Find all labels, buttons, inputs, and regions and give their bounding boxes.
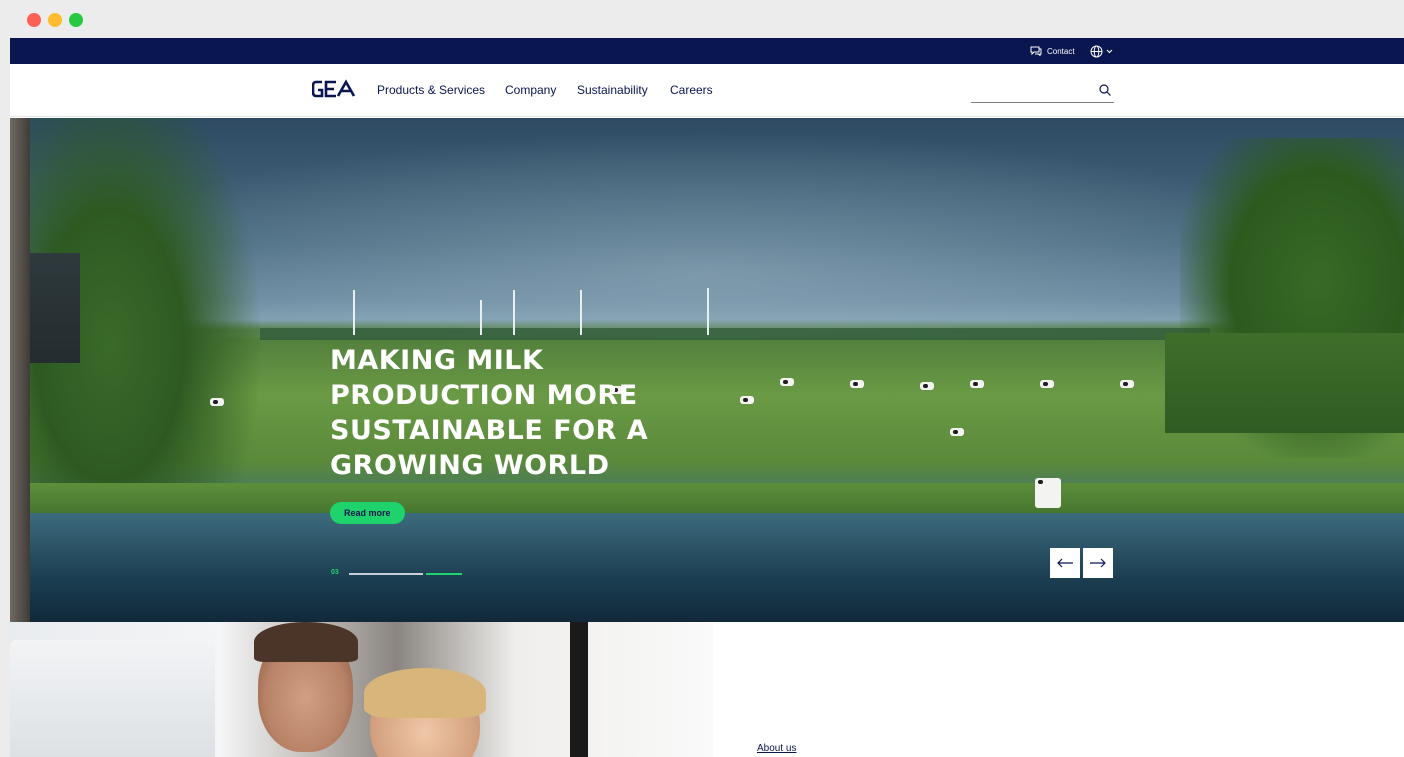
wind-turbine <box>480 300 482 335</box>
globe-icon <box>1090 45 1103 57</box>
cow-image <box>970 380 984 388</box>
person-hair-image <box>254 622 358 662</box>
cow-image <box>780 378 794 386</box>
hero-horizon-trees <box>260 328 1210 340</box>
wind-turbine <box>353 290 355 335</box>
main-navigation: Products & Services Company Sustainabili… <box>10 64 1404 117</box>
nav-item-products-services[interactable]: Products & Services <box>377 83 485 97</box>
top-utility-bar: Contact <box>10 38 1404 64</box>
search-box <box>971 79 1114 103</box>
cow-image <box>210 398 224 406</box>
about-section: About us <box>10 622 1404 757</box>
hero-headline-line: MAKING MILK <box>330 345 544 376</box>
chat-icon <box>1030 46 1042 56</box>
about-us-link[interactable]: About us <box>757 743 796 754</box>
web-page: Contact Products & Services Company Sust… <box>10 38 1404 757</box>
wind-turbine <box>707 288 709 335</box>
hero-headline: MAKING MILK PRODUCTION MORE SUSTAINABLE … <box>330 343 750 483</box>
hero-water <box>30 513 1404 622</box>
language-selector[interactable] <box>1090 43 1113 59</box>
browser-chrome <box>0 0 1404 38</box>
contact-link[interactable]: Contact <box>1030 44 1075 58</box>
nav-item-sustainability[interactable]: Sustainability <box>577 83 648 97</box>
chevron-down-icon <box>1106 49 1113 53</box>
cow-image <box>920 382 934 390</box>
arrow-right-icon <box>1090 558 1106 568</box>
team-photo <box>10 622 713 757</box>
slide-number: 03 <box>331 569 339 576</box>
slide-progress-active[interactable] <box>426 573 462 575</box>
cow-image <box>1040 380 1054 388</box>
window-minimize-button[interactable] <box>48 13 62 27</box>
carousel-prev-button[interactable] <box>1050 548 1080 578</box>
hero-headline-line: GROWING WORLD <box>330 450 610 481</box>
window-frame-image <box>570 622 588 757</box>
search-input[interactable] <box>971 81 1091 99</box>
slide-progress-track[interactable] <box>349 573 423 575</box>
hero-hedge <box>1165 333 1404 433</box>
hero-carousel: MAKING MILK PRODUCTION MORE SUSTAINABLE … <box>10 118 1404 622</box>
carousel-next-button[interactable] <box>1083 548 1113 578</box>
window-maximize-button[interactable] <box>69 13 83 27</box>
contact-label: Contact <box>1047 46 1075 56</box>
nav-item-careers[interactable]: Careers <box>670 83 713 97</box>
hero-headline-line: SUSTAINABLE FOR A <box>330 415 649 446</box>
hero-post <box>10 118 30 622</box>
person-hair-image <box>364 668 486 718</box>
window-close-button[interactable] <box>27 13 41 27</box>
read-more-button[interactable]: Read more <box>330 502 405 524</box>
search-icon[interactable] <box>1098 83 1112 97</box>
monitor-image <box>10 640 215 757</box>
wind-turbine <box>580 290 582 335</box>
cow-image <box>950 428 964 436</box>
nav-item-company[interactable]: Company <box>505 83 556 97</box>
cow-image <box>850 380 864 388</box>
gea-logo[interactable] <box>312 79 356 99</box>
cow-image <box>1035 478 1061 508</box>
arrow-left-icon <box>1057 558 1073 568</box>
wind-turbine <box>513 290 515 335</box>
hero-headline-line: PRODUCTION MORE <box>330 380 638 411</box>
cow-image <box>1120 380 1134 388</box>
